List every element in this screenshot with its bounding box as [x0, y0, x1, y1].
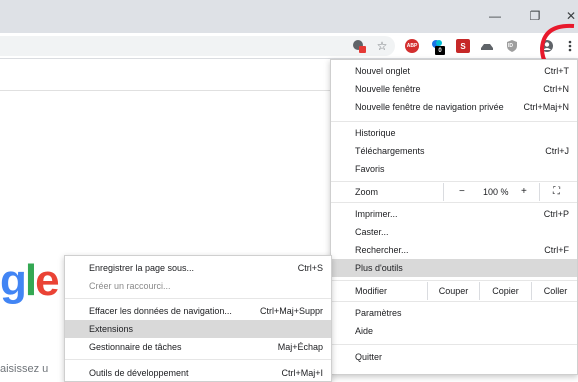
paste-button[interactable]: Coller: [531, 282, 578, 300]
page-divider: [0, 90, 330, 91]
toolbar: ☆ ABP 0 S ID: [0, 33, 578, 59]
menu-separator: [65, 359, 331, 360]
menu-item-downloads[interactable]: Téléchargements Ctrl+J: [331, 142, 577, 160]
menu-item-bookmarks[interactable]: Favoris: [331, 160, 577, 178]
menu-item-exit[interactable]: Quitter: [331, 348, 577, 366]
extension-shield-icon[interactable]: ID: [505, 39, 519, 53]
menu-separator: [331, 121, 577, 122]
chrome-main-menu: Nouvel onglet Ctrl+T Nouvelle fenêtre Ctrl…: [330, 59, 578, 375]
menu-separator: [331, 181, 577, 182]
fullscreen-icon[interactable]: ⛶: [553, 186, 560, 197]
menu-item-help[interactable]: Aide: [331, 322, 577, 340]
zoom-row: Zoom − 100 % + ⛶: [331, 183, 577, 201]
close-icon: ✕: [565, 9, 577, 23]
menu-separator: [331, 202, 577, 203]
submenu-item-clear-browsing-data[interactable]: Effacer les données de navigation... Ctrl…: [65, 302, 331, 320]
star-icon[interactable]: ☆: [375, 39, 389, 53]
menu-item-new-incognito-window[interactable]: Nouvelle fenêtre de navigation privée Ctr…: [331, 98, 577, 116]
submenu-item-create-shortcut[interactable]: Créer un raccourci...: [65, 277, 331, 295]
translate-icon[interactable]: [352, 39, 366, 53]
badge-count: 0: [435, 46, 445, 55]
menu-item-cast[interactable]: Caster...: [331, 223, 577, 241]
submenu-item-extensions[interactable]: Extensions: [65, 320, 331, 338]
more-tools-submenu: Enregistrer la page sous... Ctrl+S Créer …: [64, 255, 332, 382]
zoom-label: Zoom: [355, 187, 379, 197]
menu-separator: [65, 298, 331, 299]
abp-icon[interactable]: ABP: [405, 39, 419, 53]
menu-item-print[interactable]: Imprimer... Ctrl+P: [331, 205, 577, 223]
menu-item-history[interactable]: Historique: [331, 124, 577, 142]
submenu-item-task-manager[interactable]: Gestionnaire de tâches Maj+Échap: [65, 338, 331, 356]
menu-item-new-tab[interactable]: Nouvel onglet Ctrl+T: [331, 62, 577, 80]
zoom-in-button[interactable]: +: [521, 186, 527, 197]
copy-button[interactable]: Copier: [479, 282, 531, 300]
menu-item-find[interactable]: Rechercher... Ctrl+F: [331, 241, 577, 259]
edit-label: Modifier: [355, 286, 388, 296]
google-logo-fragment: gle: [0, 256, 60, 305]
title-bar: — ❐ ✕: [0, 0, 578, 33]
menu-separator: [331, 280, 577, 281]
menu-separator: [331, 344, 577, 345]
minimize-icon: —: [489, 9, 501, 23]
extension-red-icon[interactable]: S: [456, 39, 470, 53]
browser-window: — ❐ ✕ ☆ ABP 0 S ID gle aisissez u Nouvel…: [0, 0, 578, 382]
edit-row: Modifier Couper Copier Coller: [331, 282, 577, 300]
submenu-item-save-page[interactable]: Enregistrer la page sous... Ctrl+S: [65, 259, 331, 277]
menu-item-new-window[interactable]: Nouvelle fenêtre Ctrl+N: [331, 80, 577, 98]
extension-badge-icon[interactable]: 0: [430, 39, 445, 55]
zoom-out-button[interactable]: −: [459, 186, 465, 197]
extension-car-icon[interactable]: [480, 39, 494, 53]
menu-item-more-tools[interactable]: Plus d'outils: [331, 259, 577, 277]
submenu-item-developer-tools[interactable]: Outils de développement Ctrl+Maj+I: [65, 364, 331, 382]
restore-icon: ❐: [529, 9, 541, 23]
cut-button[interactable]: Couper: [427, 282, 479, 300]
zoom-level: 100 %: [483, 187, 509, 197]
search-box-placeholder[interactable]: aisissez u: [0, 363, 48, 375]
address-bar[interactable]: [0, 36, 395, 56]
minimize-button[interactable]: —: [484, 6, 506, 26]
menu-separator: [331, 301, 577, 302]
menu-item-settings[interactable]: Paramètres: [331, 304, 577, 322]
